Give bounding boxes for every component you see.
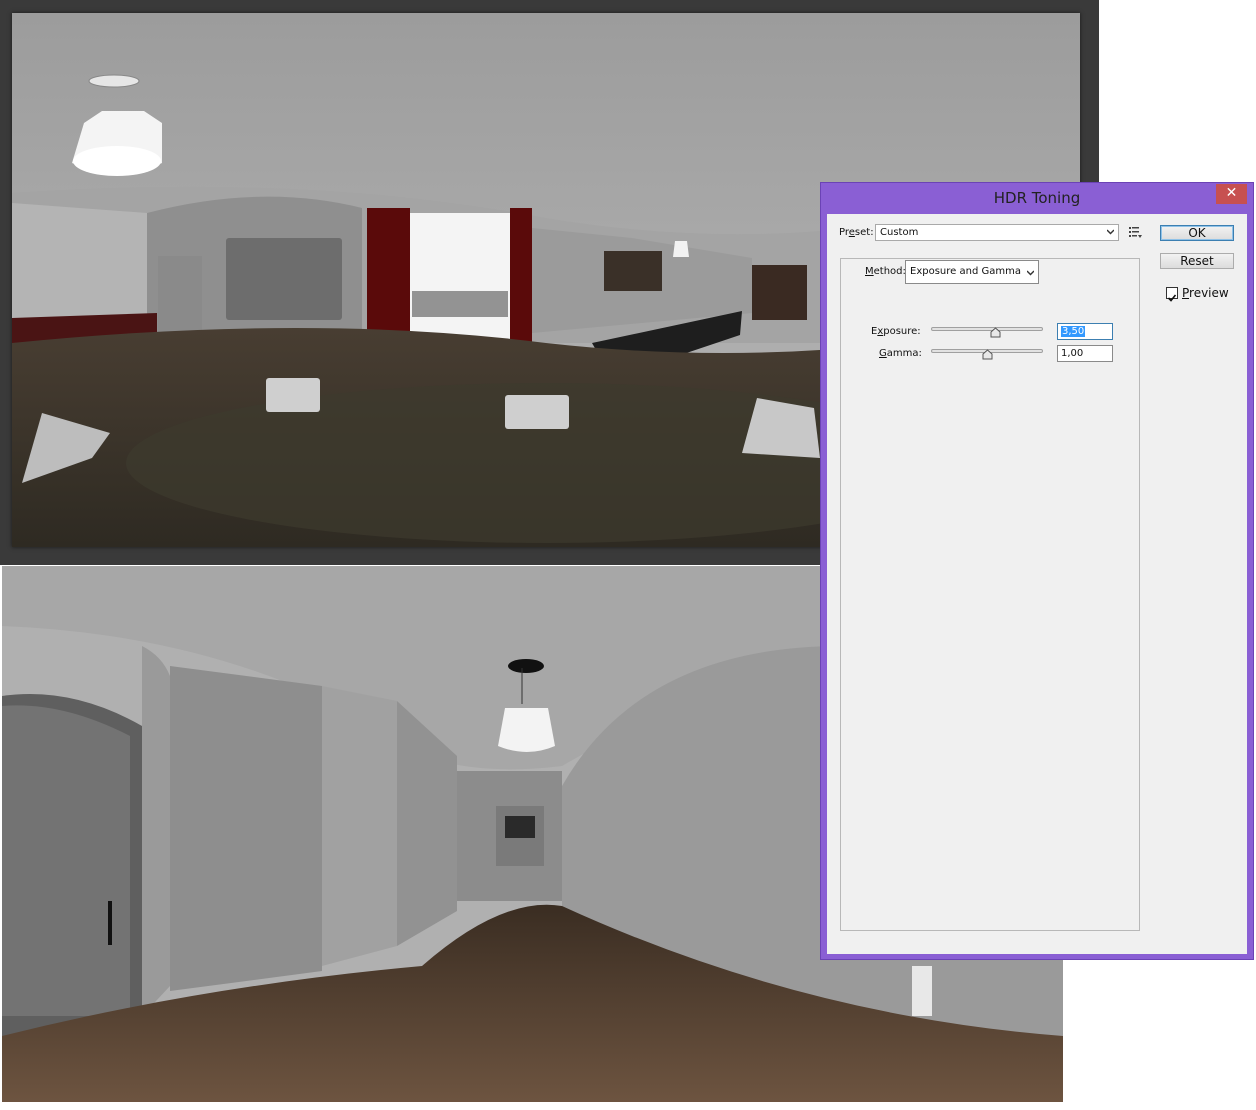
preset-dropdown[interactable]: Custom — [875, 224, 1119, 241]
close-icon: ✕ — [1225, 185, 1238, 201]
preview-label[interactable]: Preview — [1182, 286, 1229, 300]
exposure-slider-track[interactable] — [931, 327, 1043, 331]
method-label: Method: — [863, 266, 908, 277]
gamma-slider-thumb[interactable] — [982, 349, 993, 360]
dialog-client-area: Preset: Custom OK Reset Preview Method: … — [827, 214, 1247, 954]
preset-label: Preset: — [839, 227, 874, 238]
exposure-input[interactable]: 3,50 — [1057, 323, 1113, 340]
ok-button[interactable]: OK — [1160, 225, 1234, 241]
method-value: Exposure and Gamma — [910, 266, 1021, 277]
reset-button[interactable]: Reset — [1160, 253, 1234, 269]
checkmark-icon — [1167, 294, 1177, 302]
list-menu-icon[interactable] — [1128, 225, 1142, 239]
preset-value: Custom — [880, 227, 919, 238]
exposure-slider-thumb[interactable] — [990, 327, 1001, 338]
dialog-title: HDR Toning — [993, 189, 1081, 207]
method-dropdown[interactable]: Exposure and Gamma — [905, 260, 1039, 284]
preview-checkbox[interactable] — [1166, 287, 1178, 302]
exposure-label: Exposure: — [871, 326, 921, 337]
close-button[interactable]: ✕ — [1216, 184, 1247, 204]
gamma-input[interactable]: 1,00 — [1057, 345, 1113, 362]
chevron-down-icon — [1107, 229, 1114, 235]
gamma-label: Gamma: — [879, 348, 922, 359]
dialog-titlebar[interactable]: HDR Toning ✕ — [821, 183, 1253, 213]
hdr-toning-dialog: HDR Toning ✕ Preset: Custom OK Reset Pre… — [820, 182, 1254, 960]
chevron-down-icon — [1027, 270, 1034, 276]
